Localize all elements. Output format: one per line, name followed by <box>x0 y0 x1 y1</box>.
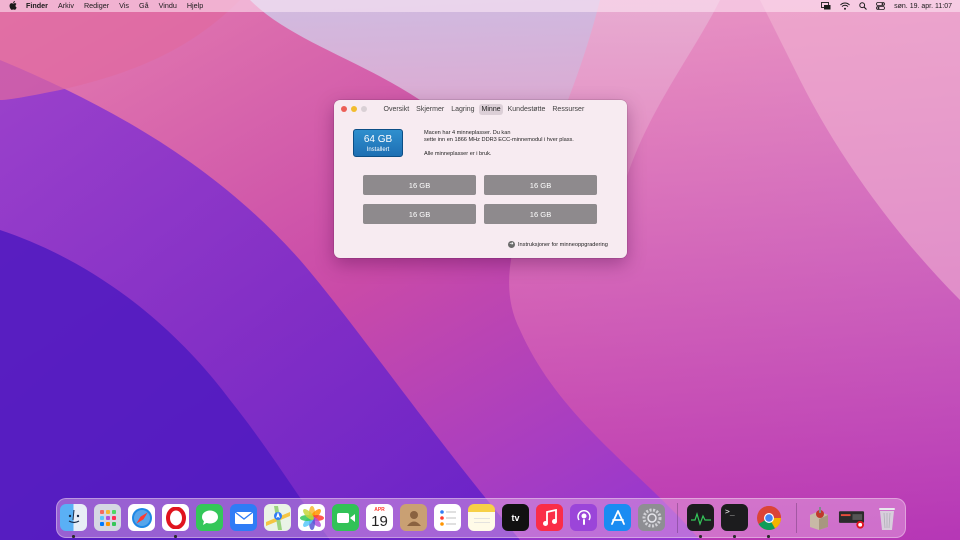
facetime-icon[interactable] <box>332 504 359 531</box>
activity-monitor-running-indicator <box>699 535 702 538</box>
chrome-icon[interactable] <box>755 504 782 531</box>
installed-memory-badge: 64 GB Installert <box>353 129 403 157</box>
reminders-icon[interactable] <box>434 504 461 531</box>
memory-upgrade-link[interactable]: ➜ Instruksjoner for minneoppgradering <box>508 241 608 248</box>
menu-bar: Finder Arkiv Rediger Vis Gå Vindu Hjelp … <box>0 0 960 12</box>
apple-menu-icon[interactable] <box>0 0 26 12</box>
safari-icon[interactable] <box>128 504 155 531</box>
menu-arkiv[interactable]: Arkiv <box>53 0 79 12</box>
apple-tv-icon[interactable]: tv <box>502 504 529 531</box>
podcasts-icon[interactable] <box>570 504 597 531</box>
installed-memory-amount: 64 GB <box>363 134 393 145</box>
notes-icon[interactable] <box>468 504 495 531</box>
dock-separator-2 <box>796 503 797 533</box>
wifi-icon[interactable] <box>840 2 851 10</box>
memory-slot-4: 16 GB <box>484 204 597 224</box>
app-store-icon[interactable] <box>604 504 631 531</box>
memory-slot-3: 16 GB <box>363 204 476 224</box>
terminal-prompt-glyph: >_ <box>725 507 735 516</box>
installer-icon[interactable] <box>805 504 832 531</box>
dock-separator <box>677 503 678 533</box>
mail-icon[interactable] <box>230 504 257 531</box>
menubar-clock[interactable]: søn. 19. apr. 11:07 <box>894 3 952 10</box>
window-titlebar: Oversikt Skjermer Lagring Minne Kundestø… <box>334 100 627 118</box>
memory-upgrade-label: Instruksjoner for minneoppgradering <box>518 241 608 248</box>
calendar-day: 19 <box>371 512 388 530</box>
desktop-wallpaper <box>0 0 960 540</box>
screen-mirroring-icon[interactable] <box>821 2 831 10</box>
control-center-icon[interactable] <box>876 2 886 10</box>
close-button[interactable] <box>341 106 347 112</box>
memory-slot-2: 16 GB <box>484 175 597 195</box>
menu-rediger[interactable]: Rediger <box>79 0 114 12</box>
menu-vis[interactable]: Vis <box>114 0 134 12</box>
opera-icon[interactable] <box>162 504 189 531</box>
tab-skjermer[interactable]: Skjermer <box>414 104 447 115</box>
messages-icon[interactable] <box>196 504 223 531</box>
menu-hjelp[interactable]: Hjelp <box>182 0 208 12</box>
minimize-button[interactable] <box>351 106 357 112</box>
trash-icon[interactable] <box>873 504 900 531</box>
zoom-button[interactable] <box>361 106 367 112</box>
menu-finder[interactable]: Finder <box>26 0 53 12</box>
opera-running-indicator <box>174 535 177 538</box>
slots-status: Alle minneplasser er i bruk. <box>424 151 492 158</box>
menu-ga[interactable]: Gå <box>134 0 154 12</box>
description-line-1: Macen har 4 minneplasser. Du kan <box>424 130 511 136</box>
terminal-icon[interactable]: >_ <box>721 504 748 531</box>
system-preferences-icon[interactable] <box>638 504 665 531</box>
music-icon[interactable] <box>536 504 563 531</box>
menu-vindu[interactable]: Vindu <box>154 0 182 12</box>
photos-icon[interactable] <box>298 504 325 531</box>
finder-icon[interactable] <box>60 504 87 531</box>
calendar-icon[interactable]: APR 19 <box>366 504 393 531</box>
memory-description: Macen har 4 minneplasser. Du kan sette i… <box>424 130 614 159</box>
minimized-window-icon[interactable] <box>838 504 865 531</box>
installed-memory-label: Installert <box>366 147 390 153</box>
contacts-icon[interactable] <box>400 504 427 531</box>
tab-oversikt[interactable]: Oversikt <box>381 104 412 115</box>
maps-icon[interactable] <box>264 504 291 531</box>
tab-ressurser[interactable]: Ressurser <box>550 104 587 115</box>
terminal-running-indicator <box>733 535 736 538</box>
apple-tv-glyph: tv <box>511 512 520 523</box>
tab-bar: Oversikt Skjermer Lagring Minne Kundestø… <box>381 104 587 115</box>
arrow-right-circle-icon: ➜ <box>508 241 515 248</box>
spotlight-search-icon[interactable] <box>859 2 868 10</box>
activity-monitor-icon[interactable] <box>687 504 714 531</box>
memory-slot-1: 16 GB <box>363 175 476 195</box>
launchpad-icon[interactable] <box>94 504 121 531</box>
chrome-running-indicator <box>767 535 770 538</box>
tab-minne[interactable]: Minne <box>479 104 504 115</box>
tab-kundestotte[interactable]: Kundestøtte <box>505 104 548 115</box>
finder-running-indicator <box>72 535 75 538</box>
tab-lagring[interactable]: Lagring <box>449 104 477 115</box>
description-line-2: sette inn en 1866 MHz DDR3 ECC-minnemodu… <box>424 137 574 144</box>
